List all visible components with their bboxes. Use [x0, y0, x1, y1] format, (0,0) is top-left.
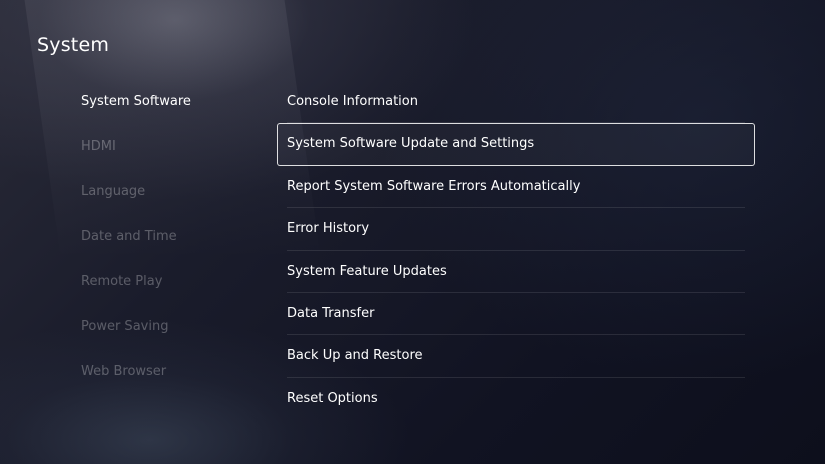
- menu-item-report-errors[interactable]: Report System Software Errors Automatica…: [277, 166, 755, 209]
- sidebar-item-power-saving[interactable]: Power Saving: [81, 315, 261, 360]
- sidebar-item-web-browser[interactable]: Web Browser: [81, 360, 261, 405]
- system-software-menu: Console Information System Software Upda…: [277, 81, 755, 420]
- menu-item-data-transfer[interactable]: Data Transfer: [277, 293, 755, 336]
- menu-item-back-up-and-restore[interactable]: Back Up and Restore: [277, 335, 755, 379]
- sidebar-item-date-and-time[interactable]: Date and Time: [81, 225, 261, 270]
- menu-item-system-feature-updates[interactable]: System Feature Updates: [277, 251, 755, 294]
- sidebar-item-language[interactable]: Language: [81, 180, 261, 225]
- menu-item-error-history[interactable]: Error History: [277, 208, 755, 251]
- sidebar-item-system-software[interactable]: System Software: [81, 90, 261, 135]
- settings-category-nav: System Software HDMI Language Date and T…: [81, 90, 261, 405]
- menu-item-console-information[interactable]: Console Information: [277, 81, 755, 124]
- sidebar-item-hdmi[interactable]: HDMI: [81, 135, 261, 180]
- sidebar-item-remote-play[interactable]: Remote Play: [81, 270, 261, 315]
- page-title: System: [37, 34, 110, 56]
- menu-item-system-software-update[interactable]: System Software Update and Settings: [277, 123, 755, 166]
- menu-item-reset-options[interactable]: Reset Options: [277, 378, 755, 420]
